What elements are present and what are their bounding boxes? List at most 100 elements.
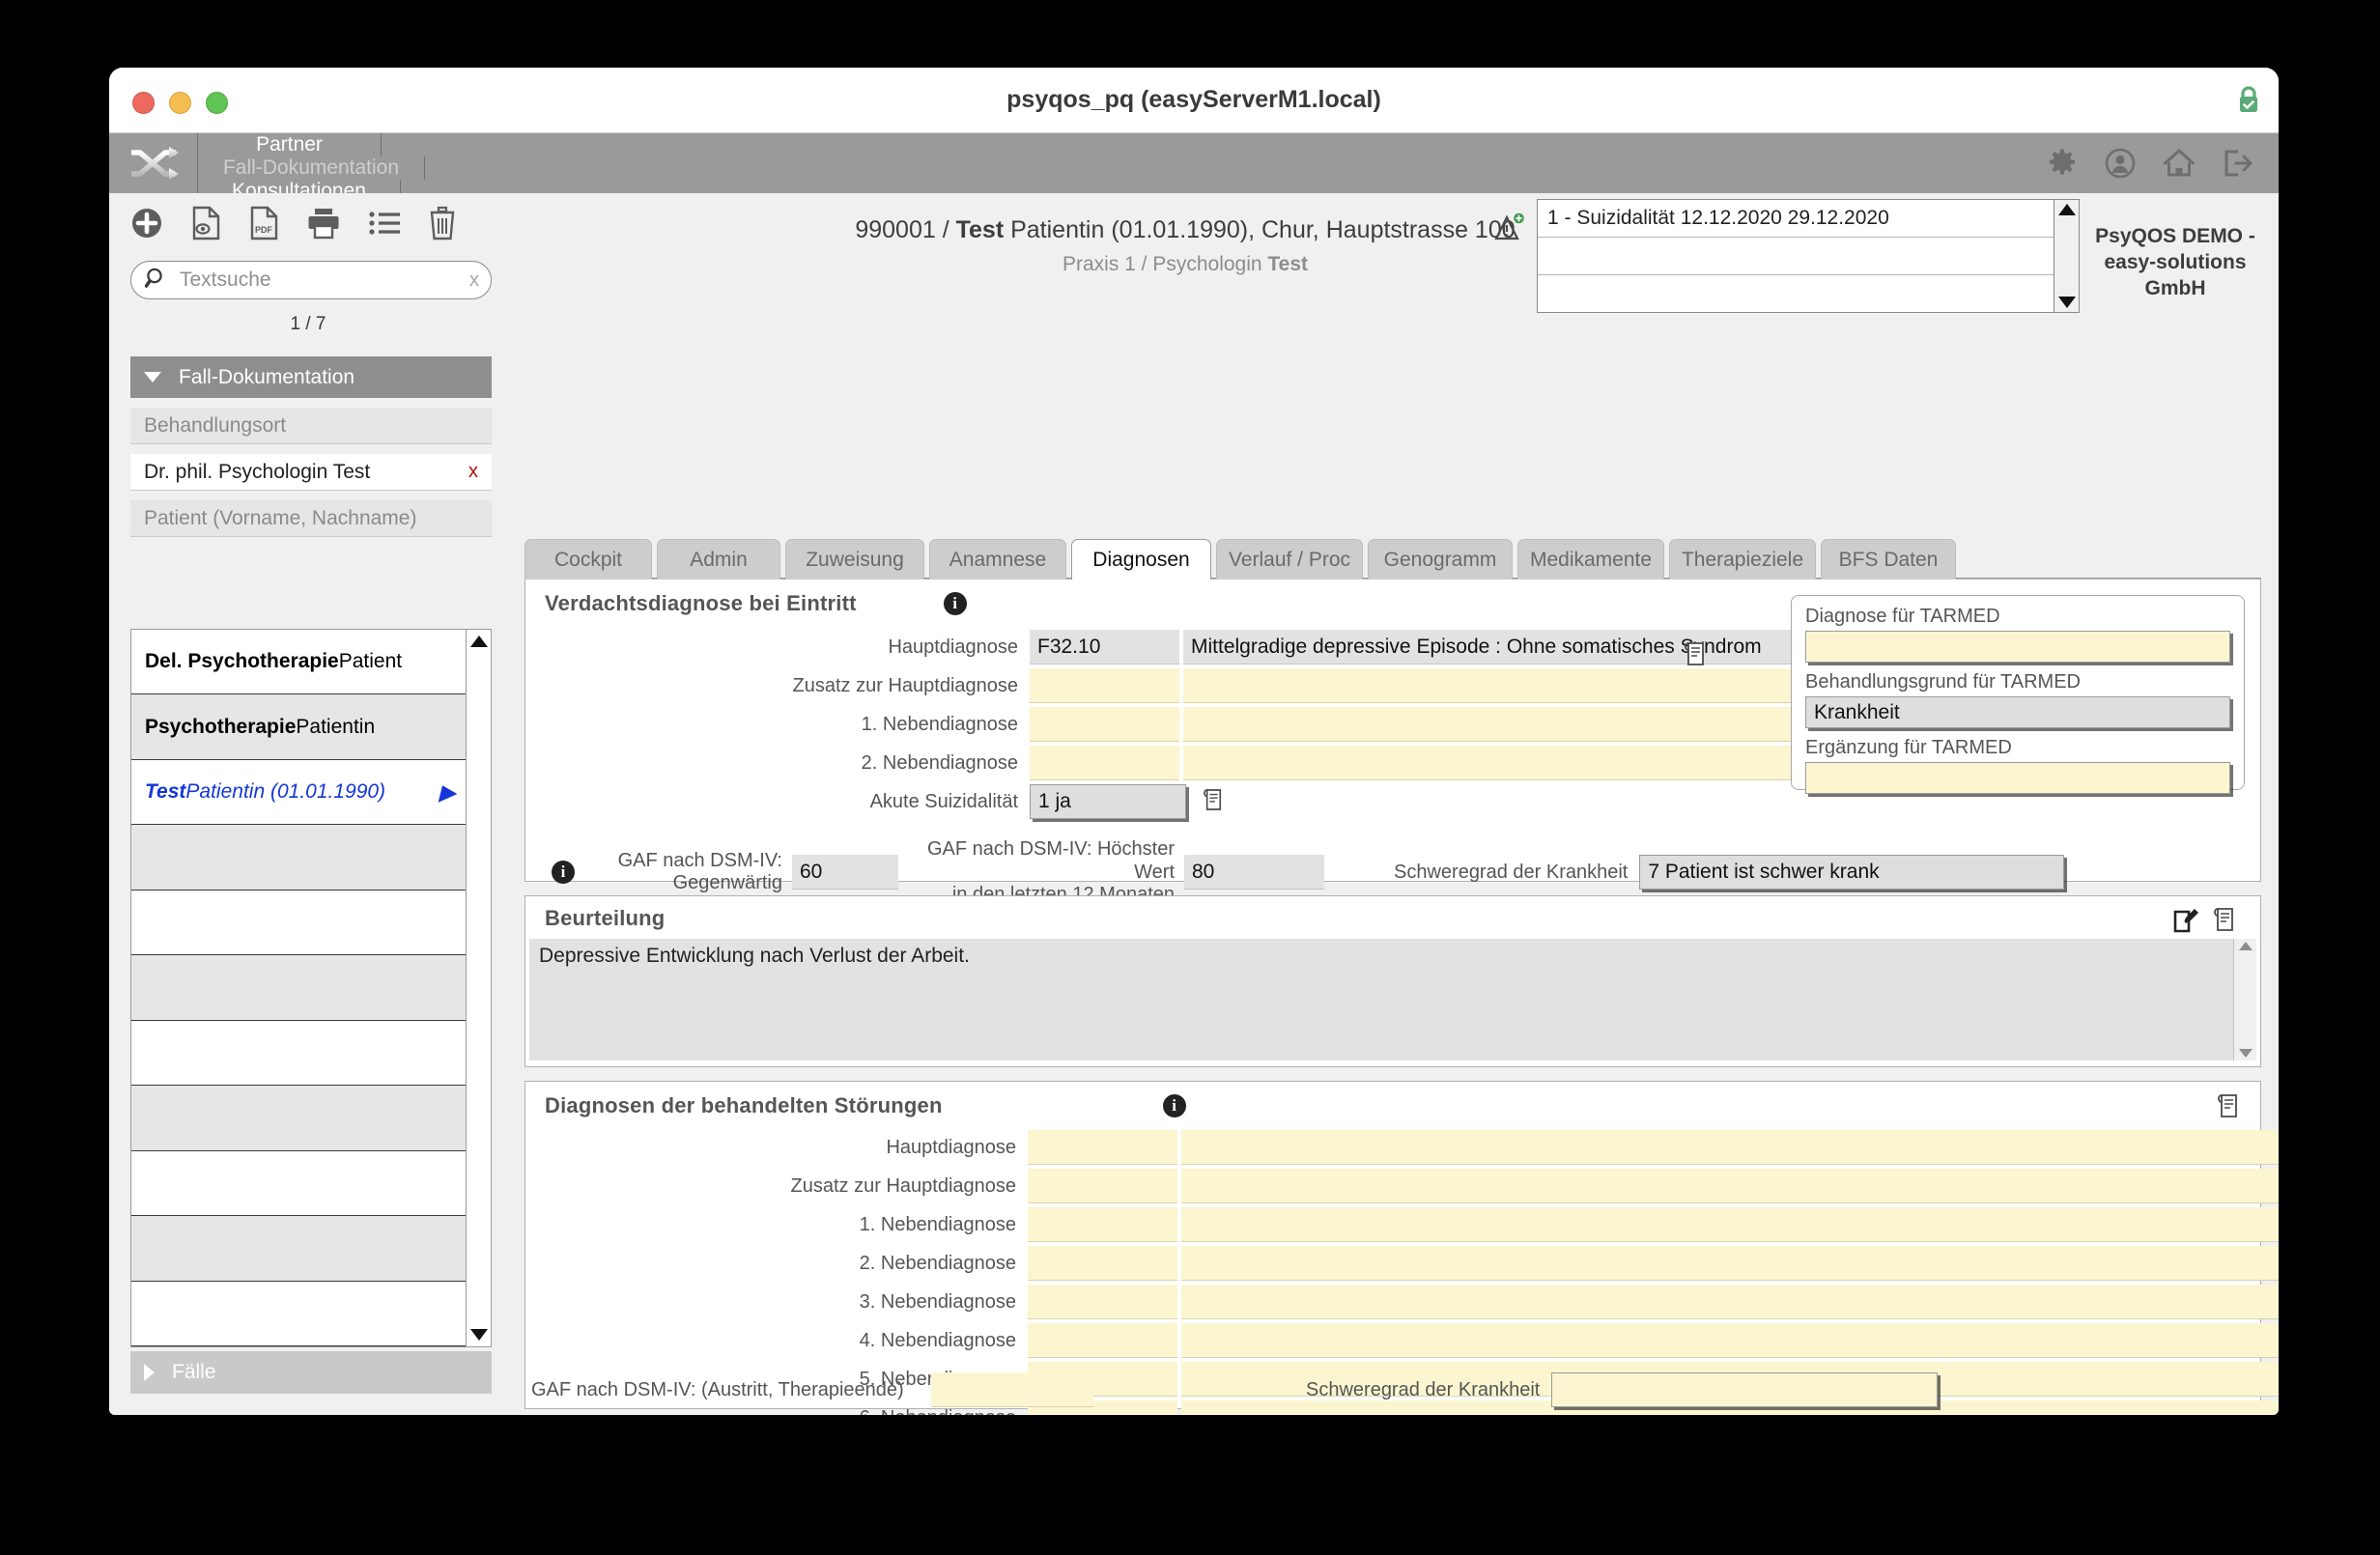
scroll-document-icon-behandelte[interactable] [2218,1093,2239,1123]
search-input[interactable] [168,268,464,293]
tab-medikamente[interactable]: Medikamente [1517,538,1664,580]
tarmed-diagnose-value[interactable] [1805,631,2230,663]
list-item[interactable] [131,825,466,891]
info-icon-behandelte[interactable]: i [1162,1094,1186,1117]
tab-cockpit[interactable]: Cockpit [524,538,652,580]
scroll-up-icon[interactable] [469,636,488,647]
scroll-document-icon-beurteilung[interactable] [2214,907,2235,937]
diagnosis-code-field[interactable] [1028,1246,1177,1281]
tab-admin[interactable]: Admin [657,538,780,580]
search-clear-button[interactable]: x [464,269,479,292]
diagnosis-code-field[interactable] [1028,1285,1177,1319]
diagnosis-code-field[interactable] [1028,1323,1177,1358]
beurteilung-scroll-down-icon[interactable] [2238,1049,2252,1058]
diagnosis-text-field[interactable] [1181,1169,2279,1203]
akute-suizidalitaet-value[interactable]: 1 ja [1030,784,1186,819]
list-item[interactable] [131,1086,466,1151]
alert-row[interactable]: 1 - Suizidalität 12.12.2020 29.12.2020 [1538,200,2054,238]
tab-anamnese[interactable]: Anamnese [929,538,1066,580]
alert-row[interactable] [1538,238,2054,275]
tab-genogramm[interactable]: Genogramm [1368,538,1513,580]
schweregrad-value[interactable]: 7 Patient ist schwer krank [1639,855,2065,891]
schweregrad-austritt-value[interactable] [1551,1372,1939,1407]
tab-bfs-daten[interactable]: BFS Daten [1821,538,1956,580]
diagnosis-code-field[interactable] [1028,1130,1177,1165]
case-list-scrollbar[interactable] [466,630,491,1346]
alert-scroll-up-icon[interactable] [2057,204,2076,215]
preview-document-icon[interactable] [190,206,221,245]
nav-item-fall-dokumentation[interactable]: Fall-Dokumentation [198,156,425,180]
user-circle-icon[interactable] [2105,148,2136,179]
list-item[interactable] [131,1282,466,1346]
sidebar-filter-patient[interactable]: Patient (Vorname, Nachname) [130,500,492,537]
add-icon[interactable] [130,207,163,244]
nav-item-partner[interactable]: Partner [198,133,382,156]
beurteilung-textarea[interactable] [529,939,2234,1060]
tab-zuweisung[interactable]: Zuweisung [785,538,924,580]
tab-diagnosen[interactable]: Diagnosen [1071,538,1211,580]
tab-therapieziele[interactable]: Therapieziele [1669,538,1816,580]
brand-label: PsyQOS DEMO - easy-solutions GmbH [2095,225,2255,299]
diagnosis-text-field[interactable] [1181,1246,2279,1281]
diagnosis-text-field[interactable]: Mittelgradige depressive Episode : Ohne … [1183,630,1859,664]
diagnosis-text-field[interactable] [1181,1323,2279,1358]
logout-icon[interactable] [2223,148,2253,179]
scroll-document-icon-hauptdiagnose[interactable] [1685,641,1706,671]
sidebar-section-fall-dokumentation[interactable]: Fall-Dokumentation [130,356,492,398]
sidebar-filter-behandlungsort[interactable]: Behandlungsort [130,408,492,444]
scroll-document-icon-suizidalitaet[interactable] [1204,788,1223,816]
diagnosis-text-field[interactable] [1183,668,1859,703]
list-item[interactable] [131,891,466,956]
list-item[interactable]: Psychotherapie Patientin [131,694,466,760]
delete-trash-icon[interactable] [428,206,457,245]
list-icon[interactable] [368,209,401,242]
diagnosis-text-field[interactable] [1181,1130,2279,1165]
diagnosis-code-field[interactable] [1028,1169,1177,1203]
list-item[interactable] [131,955,466,1021]
diagnosis-code-field[interactable]: F32.10 [1030,630,1179,664]
sidebar-section-faelle[interactable]: Fälle [130,1351,492,1394]
info-icon[interactable]: i [943,592,967,615]
list-item[interactable] [131,1021,466,1087]
edit-pencil-icon[interactable] [2173,906,2200,938]
list-item[interactable]: Test Patientin (01.01.1990) ▶ [131,760,466,826]
sidebar-filter-behandler-clear[interactable]: x [468,461,478,483]
search-box[interactable]: x [130,261,492,299]
gear-icon[interactable] [2047,148,2078,179]
app-logo-shuffle-arrows-icon[interactable] [109,133,198,193]
window-body: PDF Textsuche x 1 / 7 Fall-Dokumentation… [109,193,2279,1415]
sidebar-filter-behandler[interactable]: Dr. phil. Psychologin Test x [130,454,492,491]
diagnosis-text-field[interactable] [1183,746,1859,780]
diagnosis-text-field[interactable] [1183,707,1859,742]
tarmed-behandlungsgrund-label: Behandlungsgrund für TARMED [1805,671,2081,693]
scroll-down-icon[interactable] [469,1329,488,1341]
warning-triangle-plus-icon[interactable] [1494,199,1527,248]
info-icon-gaf[interactable]: i [552,861,575,885]
list-item-bold: Del. Psychotherapie [145,650,339,673]
pdf-document-icon[interactable]: PDF [248,206,279,245]
gaf-current-value[interactable]: 60 [792,855,898,891]
home-icon[interactable] [2163,148,2196,179]
alert-scrollbar[interactable] [2054,200,2079,312]
sidebar-filter-behandler-text: Dr. phil. Psychologin Test [144,460,371,483]
gaf-highest-value[interactable]: 80 [1184,855,1324,891]
gaf-austritt-value[interactable] [931,1372,1093,1407]
list-item[interactable] [131,1216,466,1282]
beurteilung-scrollbar[interactable] [2233,939,2256,1060]
diagnosis-code-field[interactable] [1028,1207,1177,1242]
diagnosis-code-field[interactable] [1030,707,1179,742]
tarmed-behandlungsgrund-value[interactable]: Krankheit [1805,696,2230,728]
list-item[interactable] [131,1151,466,1217]
tab-verlauf-proc[interactable]: Verlauf / Proc [1216,538,1363,580]
list-item[interactable]: Del. Psychotherapie Patient [131,630,466,695]
diagnosis-code-field[interactable] [1030,746,1179,780]
alert-scroll-down-icon[interactable] [2057,297,2076,308]
diagnosis-code-field[interactable] [1030,668,1179,703]
tarmed-ergaenzung-value[interactable] [1805,762,2230,794]
diagnosis-text-field[interactable] [1181,1285,2279,1319]
print-icon[interactable] [306,207,341,244]
beurteilung-scroll-up-icon[interactable] [2238,942,2252,950]
diagnosis-text-field[interactable] [1181,1207,2279,1242]
alert-row[interactable] [1538,275,2054,312]
sidebar-filters: Behandlungsort Dr. phil. Psychologin Test… [109,408,507,537]
